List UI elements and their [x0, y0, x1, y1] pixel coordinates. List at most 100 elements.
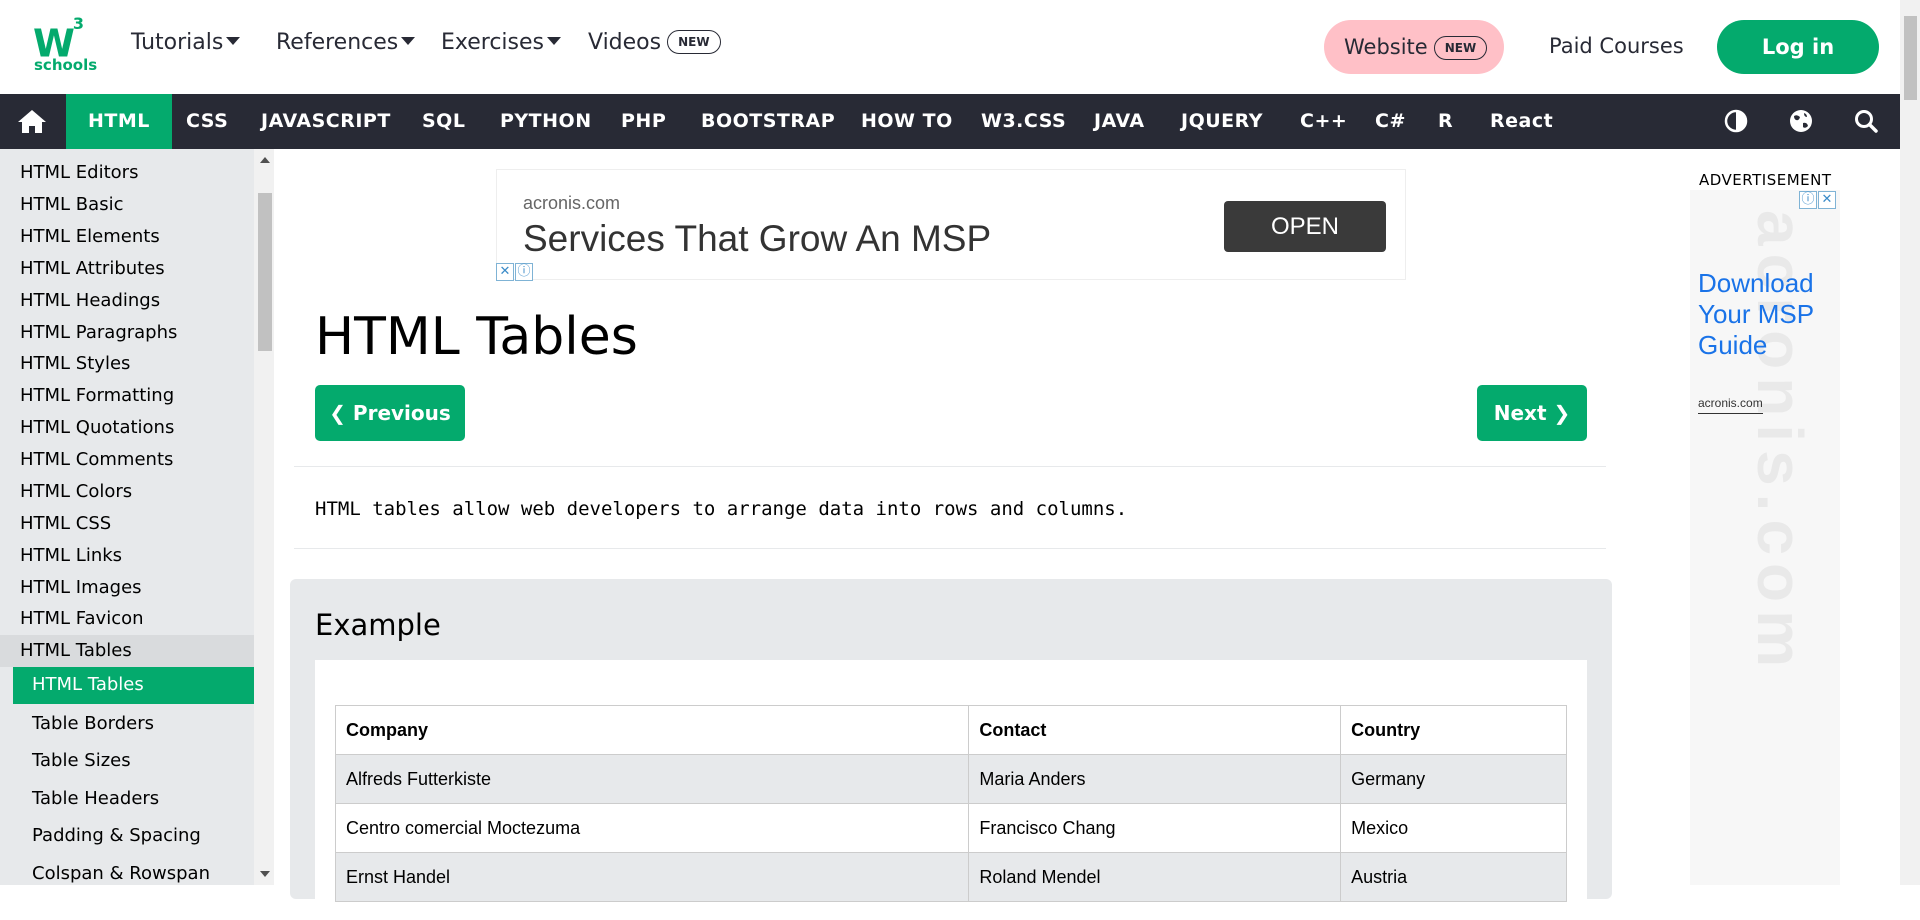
menu-exercises-label: Exercises	[441, 30, 545, 55]
menu-tutorials[interactable]: Tutorials	[131, 28, 241, 58]
w3schools-logo[interactable]: W3 schools	[33, 14, 97, 76]
ad-info-icon[interactable]: ⓘ	[1799, 191, 1817, 209]
sidebar-active-label: HTML Tables	[32, 674, 144, 695]
divider	[294, 548, 1606, 549]
next-button[interactable]: Next ❯	[1477, 385, 1587, 441]
sidebar-item[interactable]: HTML CSS	[20, 512, 111, 536]
sidebar-subitem[interactable]: Padding & Spacing	[32, 824, 201, 848]
ad-close-icon[interactable]: ✕	[1818, 191, 1836, 209]
nav-python[interactable]: PYTHON	[500, 94, 592, 149]
menu-references[interactable]: References	[276, 28, 416, 58]
table-row: Centro comercial Moctezuma Francisco Cha…	[334, 803, 1567, 853]
ad-info-icon[interactable]: ⓘ	[515, 263, 533, 281]
sidebar: HTML Editors HTML Basic HTML Elements HT…	[0, 149, 254, 885]
sidebar-subitem[interactable]: Colspan & Rowspan	[32, 862, 210, 885]
table-row: Alfreds Futterkiste Maria Anders Germany	[334, 754, 1567, 804]
nav-css[interactable]: CSS	[186, 94, 228, 149]
ad-headline[interactable]: Services That Grow An MSP	[523, 216, 991, 262]
paid-courses-link[interactable]: Paid Courses	[1549, 31, 1684, 61]
menu-videos[interactable]: Videos NEW	[588, 28, 721, 58]
table-header-row: Company Contact Country	[334, 705, 1567, 755]
website-label: Website	[1344, 35, 1428, 59]
nav-bootstrap[interactable]: BOOTSTRAP	[701, 94, 835, 149]
home-icon[interactable]	[16, 108, 48, 134]
globe-icon[interactable]	[1788, 108, 1814, 134]
page-scroll-thumb[interactable]	[1904, 16, 1917, 100]
nav-howto[interactable]: HOW TO	[861, 94, 953, 149]
nav-javascript[interactable]: JAVASCRIPT	[261, 94, 391, 149]
sidebar-item[interactable]: HTML Headings	[20, 289, 160, 313]
nav-jquery[interactable]: JQUERY	[1181, 94, 1263, 149]
nav-php[interactable]: PHP	[621, 94, 666, 149]
contrast-icon[interactable]	[1723, 108, 1749, 134]
table-header: Contact	[968, 705, 1342, 755]
nav-react[interactable]: React	[1490, 94, 1553, 149]
sidebar-item[interactable]: HTML Attributes	[20, 257, 165, 281]
menu-exercises[interactable]: Exercises	[441, 28, 562, 58]
ad-close-icon[interactable]: ✕	[496, 263, 514, 281]
search-icon[interactable]	[1853, 108, 1879, 134]
ad-open-button[interactable]: OPEN	[1224, 201, 1386, 252]
sidebar-item[interactable]: HTML Favicon	[20, 607, 144, 631]
table-cell: Mexico	[1340, 803, 1567, 853]
sidebar-subitem[interactable]: Table Sizes	[32, 749, 131, 773]
sidebar-item-active[interactable]: HTML Tables	[13, 667, 254, 704]
intro-text: HTML tables allow web developers to arra…	[315, 498, 1128, 520]
example-table: Company Contact Country Alfreds Futterki…	[334, 705, 1567, 902]
sidebar-item[interactable]: HTML Comments	[20, 448, 173, 472]
sidebar-scroll-thumb[interactable]	[258, 193, 272, 351]
new-badge: NEW	[667, 30, 721, 54]
logo-text: schools	[34, 56, 98, 74]
example-output: Company Contact Country Alfreds Futterki…	[315, 660, 1587, 920]
page-scrollbar[interactable]	[1900, 0, 1920, 885]
table-cell: Centro comercial Moctezuma	[334, 803, 970, 853]
sidebar-item[interactable]: HTML Formatting	[20, 384, 174, 408]
side-ad[interactable]: acronis.com Download Your MSP Guide acro…	[1690, 190, 1840, 885]
sidebar-item[interactable]: HTML Links	[20, 544, 122, 568]
table-cell: Roland Mendel	[968, 852, 1342, 902]
sidebar-group-html-tables[interactable]: HTML Tables	[0, 635, 254, 667]
login-button[interactable]: Log in	[1717, 20, 1879, 74]
nav-csharp[interactable]: C#	[1375, 94, 1406, 149]
scroll-down-icon[interactable]	[260, 871, 270, 877]
sidebar-item[interactable]: HTML Quotations	[20, 416, 174, 440]
table-header: Country	[1340, 705, 1567, 755]
sidebar-item[interactable]: HTML Editors	[20, 161, 138, 185]
page-title: HTML Tables	[315, 307, 638, 367]
side-ad-domain[interactable]: acronis.com	[1698, 395, 1763, 414]
nav-cpp[interactable]: C++	[1300, 94, 1347, 149]
advertisement-label: ADVERTISEMENT	[1699, 171, 1832, 189]
sidebar-item[interactable]: HTML Styles	[20, 352, 130, 376]
sidebar-item[interactable]: HTML Basic	[20, 193, 123, 217]
table-header: Company	[334, 705, 970, 755]
sidebar-group-label: HTML Tables	[20, 640, 132, 661]
previous-button[interactable]: ❮ Previous	[315, 385, 465, 441]
sidebar-item[interactable]: HTML Paragraphs	[20, 321, 177, 345]
top-ad-banner[interactable]: acronis.com Services That Grow An MSP OP…	[496, 169, 1406, 280]
example-heading: Example	[315, 608, 441, 642]
sidebar-item[interactable]: HTML Colors	[20, 480, 132, 504]
new-badge: NEW	[1433, 36, 1488, 60]
sidebar-subitem[interactable]: Table Headers	[32, 787, 159, 811]
menu-references-label: References	[276, 30, 399, 55]
table-row: Ernst Handel Roland Mendel Austria	[334, 852, 1567, 902]
sidebar-item[interactable]: HTML Images	[20, 576, 142, 600]
sidebar-subitem[interactable]: Table Borders	[32, 712, 154, 736]
nav-sql[interactable]: SQL	[422, 94, 465, 149]
caret-down-icon	[401, 37, 416, 45]
side-ad-headline[interactable]: Download Your MSP Guide	[1698, 268, 1838, 361]
menu-tutorials-label: Tutorials	[131, 30, 224, 55]
table-cell: Austria	[1340, 852, 1567, 902]
nav-w3css[interactable]: W3.CSS	[981, 94, 1066, 149]
nav-r[interactable]: R	[1438, 94, 1453, 149]
caret-down-icon	[547, 37, 562, 45]
nav-html[interactable]: HTML	[66, 94, 172, 149]
nav-java[interactable]: JAVA	[1094, 94, 1145, 149]
top-header: W3 schools Tutorials References Exercise…	[0, 0, 1900, 94]
sidebar-scrollbar[interactable]	[254, 149, 274, 885]
sidebar-item[interactable]: HTML Elements	[20, 225, 160, 249]
caret-down-icon	[226, 37, 241, 45]
ad-domain: acronis.com	[523, 193, 621, 213]
scroll-up-icon[interactable]	[260, 157, 270, 163]
website-button[interactable]: Website NEW	[1324, 20, 1504, 74]
